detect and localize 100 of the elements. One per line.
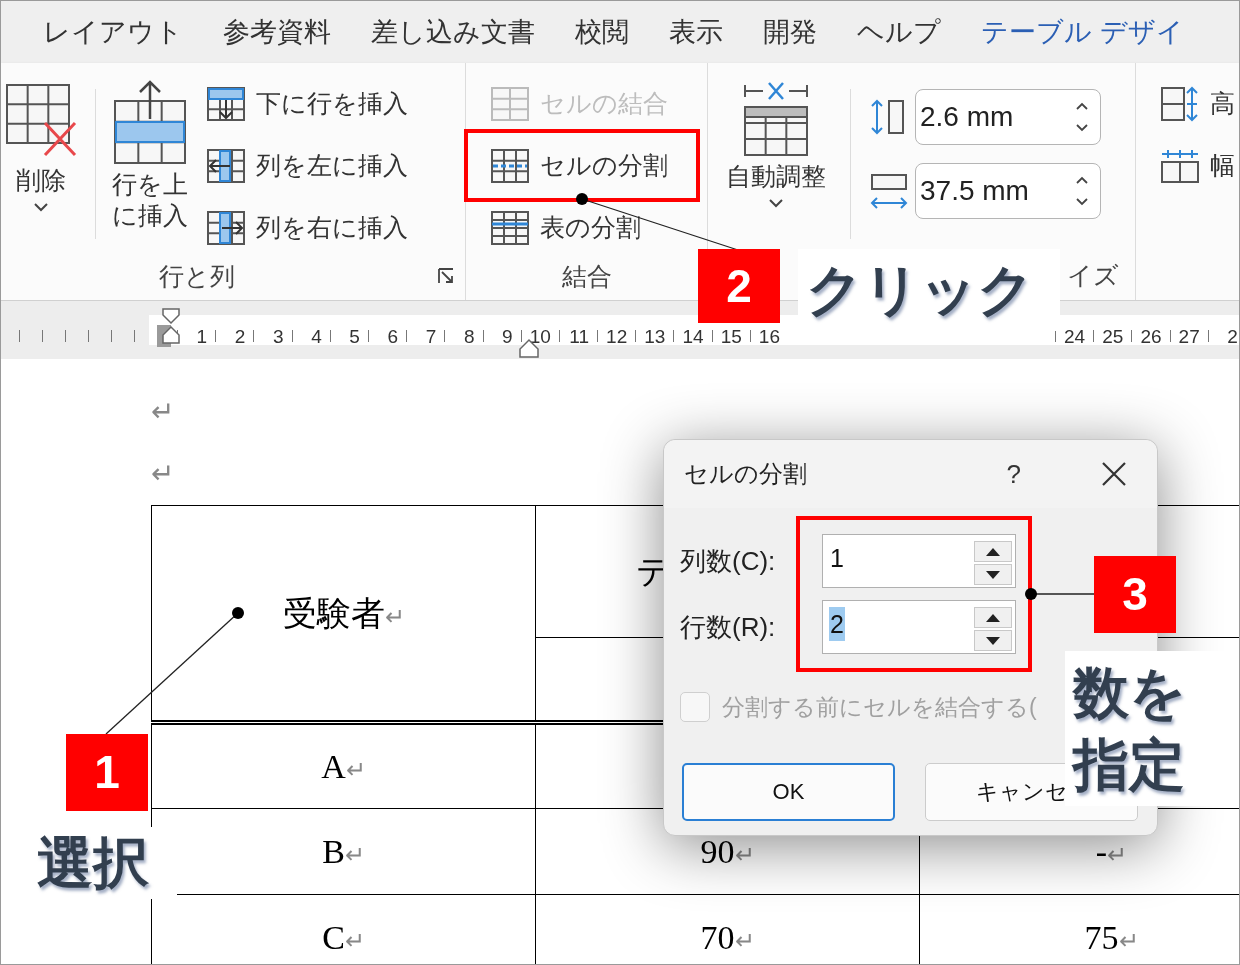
ribbon-button[interactable]: 行を上に挿入 bbox=[110, 79, 190, 232]
ribbon-tab[interactable]: 開発 bbox=[763, 11, 817, 53]
ribbon-button[interactable]: 表の分割 bbox=[490, 203, 668, 253]
insert-row-below-icon bbox=[206, 86, 246, 122]
ribbon-tab[interactable]: 表示 bbox=[669, 11, 723, 53]
chevron-updown-icon bbox=[1074, 175, 1090, 207]
spin-field[interactable]: 2.6 mm bbox=[915, 89, 1101, 145]
distribute-columns-icon bbox=[1160, 148, 1200, 184]
ruler-number: 3 bbox=[273, 326, 285, 346]
ruler-number: 10 bbox=[529, 326, 552, 346]
paragraph-mark: ↵ bbox=[734, 928, 755, 954]
field-value: 2 bbox=[829, 607, 845, 641]
ruler-number: 26 bbox=[1140, 326, 1163, 346]
close-button[interactable] bbox=[1101, 461, 1127, 487]
arrow-down-icon bbox=[986, 570, 1000, 579]
number-field[interactable]: 2 bbox=[822, 600, 1016, 654]
ribbon-tab[interactable]: レイアウト bbox=[43, 11, 183, 53]
ribbon-tab[interactable]: 差し込み文書 bbox=[371, 11, 535, 53]
ruler-number: 11 bbox=[569, 326, 591, 346]
paragraph-mark: ↵ bbox=[344, 928, 365, 954]
ribbon-button[interactable]: 削除 bbox=[1, 79, 81, 215]
step-number: 3 bbox=[1094, 556, 1176, 633]
ribbon-button[interactable]: セルの分割 bbox=[490, 141, 668, 191]
paragraph-mark: ↵ bbox=[734, 842, 755, 868]
checkbox-label: 分割する前にセルを結合する( bbox=[722, 693, 1037, 722]
step-label: クリック bbox=[798, 249, 1060, 331]
ribbon-button[interactable]: 幅 bbox=[1160, 141, 1235, 191]
ruler-number: 2 bbox=[234, 326, 247, 346]
cell-text: A bbox=[321, 748, 346, 785]
ribbon-button[interactable]: 自動調整 bbox=[716, 79, 836, 211]
ruler-number: 12 bbox=[606, 326, 629, 346]
cell-text: B bbox=[322, 833, 345, 870]
spin-down-button[interactable] bbox=[974, 630, 1012, 651]
close-icon bbox=[1101, 461, 1127, 487]
field-label: 列数(C): bbox=[680, 544, 777, 578]
cell-text: - bbox=[1095, 833, 1108, 870]
paragraph-mark: ↵ bbox=[384, 603, 405, 630]
ruler-number: 2 bbox=[1227, 326, 1239, 346]
group-label: イズ bbox=[1067, 260, 1119, 292]
ruler-number: 24 bbox=[1064, 326, 1087, 346]
ruler-number: 14 bbox=[682, 326, 705, 346]
split-cells-icon bbox=[490, 148, 530, 184]
field-label: 行数(R): bbox=[680, 610, 777, 644]
arrow-down-icon bbox=[986, 636, 1000, 645]
spin-field[interactable]: 37.5 mm bbox=[915, 163, 1101, 219]
step-label: 数を指定 bbox=[1065, 651, 1239, 806]
cell-text: 70 bbox=[700, 919, 735, 956]
step-number: 2 bbox=[698, 249, 780, 323]
spin-down-button[interactable] bbox=[974, 564, 1012, 585]
spin-up-button[interactable] bbox=[974, 607, 1012, 628]
ribbon-tab[interactable]: ヘルプ bbox=[857, 11, 941, 53]
split-table-icon bbox=[490, 210, 530, 246]
dialog-launcher-icon bbox=[437, 267, 455, 285]
arrow-up-icon bbox=[986, 613, 1000, 622]
ribbon-button[interactable]: 列を左に挿入 bbox=[206, 141, 408, 191]
ribbon-button[interactable]: 下に行を挿入 bbox=[206, 79, 408, 129]
paragraph-mark: ↵ bbox=[344, 842, 365, 868]
help-button[interactable]: ? bbox=[1006, 454, 1021, 494]
dialog-button[interactable]: OK bbox=[682, 762, 895, 821]
cell-text: 75 bbox=[1084, 919, 1119, 956]
leader-line bbox=[1025, 588, 1095, 600]
chevron-updown-icon bbox=[1074, 101, 1090, 133]
column-width-icon bbox=[869, 171, 909, 211]
ruler-number: 9 bbox=[502, 326, 514, 346]
paragraph-mark: ↵ bbox=[151, 398, 174, 426]
cell-text: 受験者 bbox=[282, 594, 385, 632]
insert-row-above-icon bbox=[112, 79, 188, 165]
paragraph-mark: ↵ bbox=[345, 757, 366, 783]
distribute-rows-icon bbox=[1160, 86, 1200, 122]
ruler-number: 27 bbox=[1178, 326, 1201, 346]
ruler-number: 5 bbox=[349, 326, 361, 346]
ruler-number: 8 bbox=[463, 326, 476, 346]
ruler-number: 16 bbox=[758, 326, 781, 346]
ruler-number: 6 bbox=[387, 326, 400, 346]
ribbon-tab[interactable]: 校閲 bbox=[575, 11, 629, 53]
cell-text: 90 bbox=[700, 833, 735, 870]
merge-cells-icon bbox=[490, 86, 530, 122]
arrow-up-icon bbox=[986, 547, 1000, 556]
ribbon-button[interactable]: 列を右に挿入 bbox=[206, 203, 408, 253]
paragraph-mark: ↵ bbox=[151, 460, 174, 488]
number-field[interactable]: 1 bbox=[822, 534, 1016, 588]
dialog-title: セルの分割 bbox=[684, 459, 807, 489]
ribbon-tab[interactable]: テーブル デザイ bbox=[981, 11, 1184, 53]
ribbon-tab[interactable]: 参考資料 bbox=[223, 11, 331, 53]
cell-text: C bbox=[322, 919, 345, 956]
insert-column-right-icon bbox=[206, 210, 246, 246]
paragraph-mark: ↵ bbox=[1118, 928, 1139, 954]
group-label: 行と列 bbox=[159, 260, 235, 292]
ruler-number: 13 bbox=[644, 326, 667, 346]
group-label: 結合 bbox=[561, 260, 612, 292]
ruler-number: 25 bbox=[1102, 326, 1125, 346]
ruler-number: 7 bbox=[425, 326, 438, 346]
ruler-number: 1 bbox=[196, 326, 209, 346]
ruler-number: 15 bbox=[720, 326, 743, 346]
ruler-number: 4 bbox=[311, 326, 323, 346]
ribbon-button[interactable]: 高 bbox=[1160, 79, 1235, 129]
paragraph-mark: ↵ bbox=[1107, 842, 1128, 868]
spin-up-button[interactable] bbox=[974, 541, 1012, 562]
step-number: 1 bbox=[66, 734, 148, 811]
insert-column-left-icon bbox=[206, 148, 246, 184]
